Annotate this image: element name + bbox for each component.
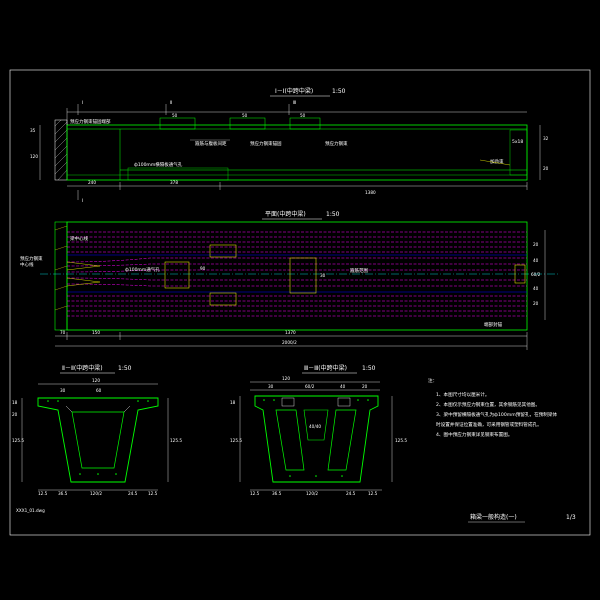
section-3-bottom-dim-2: 36.5 [272, 491, 282, 496]
section-2-top-dim-1: 120 [92, 378, 100, 383]
section-3-left-dim-2: 125.5 [230, 438, 242, 443]
notes-block: 注： 1、本图尺寸均以厘米计。 2、本图仅示预应力钢束位置，其余钢筋见其他图。 … [428, 377, 557, 438]
section-2-bottom-dim-2: 36.5 [58, 491, 68, 496]
plan-label-1: ф100mm通气孔 [125, 266, 160, 273]
section-3-void-left [275, 409, 305, 471]
note-3b: 时设置并保证位置准确，可采用钢管或塑料管成孔。 [436, 421, 542, 428]
section-3-scale: 1:50 [362, 365, 376, 372]
plan-bottom-dim-3: 1370 [285, 330, 296, 335]
section-3-void-right [327, 409, 357, 471]
plan-right-dim-3: 60/2 [531, 272, 541, 277]
plan-bottom-dim-4: 2000/2 [282, 340, 297, 345]
plan-label-6: 箍筋范围 [350, 267, 368, 274]
note-2: 2、本图仅示预应力钢束位置，其余钢筋见其他图。 [436, 401, 540, 408]
plan-blue-lines [67, 254, 527, 293]
section-1-seg-dim-1: 50 [172, 113, 178, 118]
plan-title: 平面(中跨中梁) [265, 210, 306, 218]
section-3-inner-label: 40/40 [309, 424, 321, 429]
plan-bottom-dim-2: 150 [92, 330, 100, 335]
section-2-bottom-dim-3: 120/2 [90, 491, 102, 496]
section-1-seg-dim-2: 50 [242, 113, 248, 118]
section-2-title: Ⅱ－Ⅱ(中跨中梁) [62, 364, 103, 372]
section-3-bottom-dim-5: 12.5 [368, 491, 378, 496]
plan-label-8: 端部封锚 [484, 321, 502, 328]
section-3-top-dim-2: 30 [268, 384, 274, 389]
section-2-outline [37, 397, 159, 483]
section-2-void [71, 411, 125, 469]
section-2-top-dim-3: 60 [96, 388, 102, 393]
plan-label-3: 中心线 [20, 261, 34, 268]
note-4: 4、图中预应力钢束详见钢束布置图。 [436, 431, 512, 438]
section-1-mark-bottom: Ⅰ [82, 198, 83, 204]
section-2: Ⅱ－Ⅱ(中跨中梁) 1:50 120 30 60 18 20 125.5 125… [12, 364, 182, 496]
section-3-left-dim-1: 18 [230, 400, 236, 405]
title-block: 箱梁一般构造(一) 1/3 XXX1_01.dwg [16, 508, 576, 523]
plan-label-4: 90 [200, 266, 206, 271]
section-2-left-dim-1: 18 [12, 400, 18, 405]
section-3-top-dim-3: 60/2 [305, 384, 315, 389]
plan-right-dim-5: 20 [533, 301, 539, 306]
plan-label-7: 梁中心线 [70, 235, 88, 242]
sheet-number: 1/3 [566, 514, 576, 521]
section-3-outline [254, 395, 379, 483]
section-3-right-dim-1: 125.5 [395, 438, 407, 443]
section-2-left-dim-2: 20 [12, 412, 18, 417]
plan-scale: 1:50 [326, 211, 340, 218]
section-2-top-dim-2: 30 [60, 388, 66, 393]
plan-right-dim-2: 40 [533, 258, 539, 263]
section-3-top-dim-4: 40 [340, 384, 346, 389]
section-1-right-dim-1: 32 [543, 136, 549, 141]
plan-label-2: 预应力钢束 [20, 255, 43, 262]
note-3: 3、梁中预留横隔板通气孔为ф100mm预留孔，在预制梁体 [436, 411, 557, 418]
section-1-seg-dim-3: 50 [300, 113, 306, 118]
section-1-scale: 1:50 [332, 88, 346, 95]
notes-header: 注： [428, 377, 437, 384]
section-3: Ⅲ－Ⅲ(中跨中梁) 1:50 120 30 60/2 40 20 40/40 1… [230, 364, 407, 496]
section-2-scale: 1:50 [118, 365, 132, 372]
section-1-label-4: 预应力钢束锚固端部 [70, 118, 111, 125]
section-1-label-2: 预应力钢束锚固 [250, 140, 282, 147]
plan-openings [164, 244, 526, 306]
section-1-label-3: 预应力钢束 [325, 140, 348, 147]
section-1-left-dim-1: 35 [30, 128, 36, 133]
section-3-bottom-dim-1: 12.5 [250, 491, 260, 496]
section-3-title: Ⅲ－Ⅲ(中跨中梁) [304, 364, 347, 372]
section-2-bottom-dim-5: 12.5 [148, 491, 158, 496]
section-1-end-hatch [54, 119, 68, 181]
section-1-bottom-dim-2: 378 [170, 180, 178, 185]
section-2-right-dim-1: 125.5 [170, 438, 182, 443]
section-1-beam-outline [66, 124, 528, 181]
section-1-label-1: 箍筋与腹板间距 [195, 140, 227, 147]
note-1: 1、本图尺寸均以厘米计。 [436, 391, 489, 398]
section-1-mark-1: Ⅰ [82, 100, 83, 106]
cad-drawing-canvas: Ⅰ－Ⅰ(中跨中梁) 1:50 50 50 50 Ⅰ Ⅱ Ⅲ 箍筋与腹板间距 预应… [9, 69, 591, 536]
plan-right-dim-4: 40 [533, 286, 539, 291]
section-2-bottom-dim-1: 12.5 [38, 491, 48, 496]
section-1-bottom-dim-3: 1380 [365, 190, 376, 195]
section-1-bottom-dim-1: 240 [88, 180, 96, 185]
section-3-top-dim-1: 120 [282, 376, 290, 381]
section-1-label-6: ф100mm横隔板通气孔 [134, 161, 183, 168]
file-name: XXX1_01.dwg [16, 508, 45, 513]
section-plan: 平面(中跨中梁) 1:50 ф100mm通气孔 预应力钢束 中心线 90 30 … [20, 210, 560, 350]
section-1-left-dim-2: 120 [30, 154, 38, 159]
plan-bottom-dim-1: 70 [60, 330, 66, 335]
drawing-frame [9, 69, 591, 536]
section-3-bottom-dim-4: 24.5 [346, 491, 356, 496]
plan-outline [66, 221, 528, 331]
plan-right-dim-1: 20 [533, 242, 539, 247]
section-1-label-7: 5x18 [512, 139, 523, 145]
section-3-bottom-dim-3: 120/2 [306, 491, 318, 496]
section-1-label-5: 加劲束 [490, 158, 504, 165]
section-1-elevation: Ⅰ－Ⅰ(中跨中梁) 1:50 50 50 50 Ⅰ Ⅱ Ⅲ 箍筋与腹板间距 预应… [30, 87, 549, 204]
section-1-mark-3: Ⅲ [293, 100, 296, 106]
section-1-mark-2: Ⅱ [170, 100, 172, 106]
section-1-title: Ⅰ－Ⅰ(中跨中梁) [275, 87, 313, 95]
plan-label-5: 30 [320, 273, 326, 278]
section-1-right-dim-2: 20 [543, 166, 549, 171]
section-3-top-dim-5: 20 [362, 384, 368, 389]
drawing-title: 箱梁一般构造(一) [470, 513, 517, 521]
section-2-bottom-dim-4: 24.5 [128, 491, 138, 496]
section-2-left-dim-3: 125.5 [12, 438, 24, 443]
